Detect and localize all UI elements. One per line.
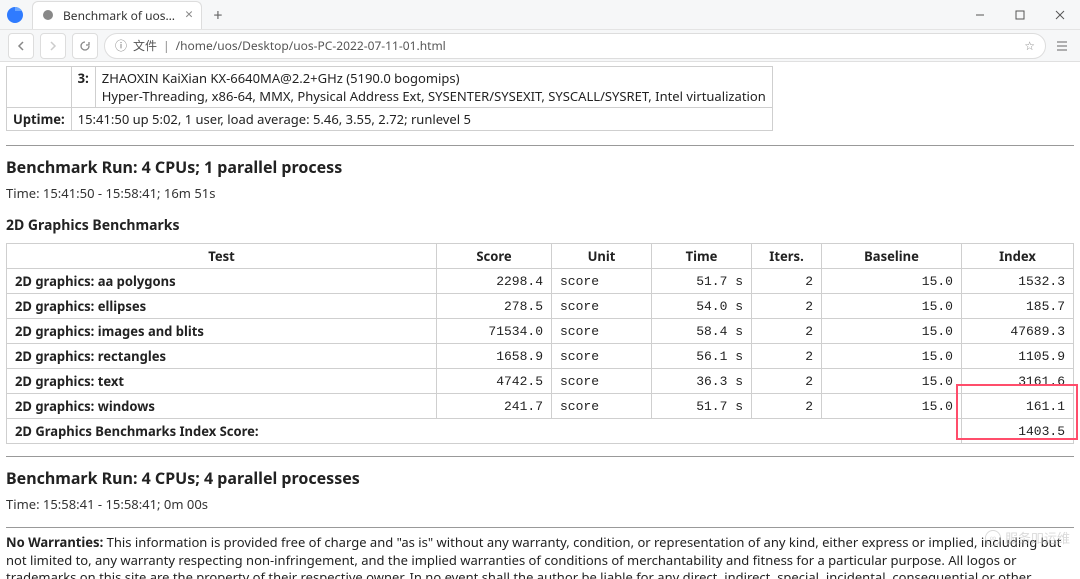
benchmark-section-heading: 2D Graphics Benchmarks — [6, 216, 1074, 235]
system-info-table: 3: ZHAOXIN KaiXian KX-6640MA@2.2+GHz (51… — [6, 66, 773, 131]
baseline-cell: 15.0 — [822, 344, 962, 369]
time-cell: 51.7 s — [652, 394, 752, 419]
separator — [6, 145, 1074, 146]
unit-cell: score — [552, 319, 652, 344]
browser-menu-button[interactable] — [1052, 39, 1072, 53]
cpu-line2: Hyper-Threading, x86-64, MMX, Physical A… — [102, 87, 766, 105]
benchmark-table: Test Score Unit Time Iters. Baseline Ind… — [6, 243, 1074, 444]
uptime-label: Uptime: — [7, 108, 72, 131]
warranty-label: No Warranties: — [6, 533, 103, 551]
time-cell: 54.0 s — [652, 294, 752, 319]
index-cell: 1105.9 — [962, 344, 1074, 369]
reload-button[interactable] — [72, 33, 98, 59]
page-favicon — [41, 8, 55, 22]
browser-toolbar: ⓘ 文件 | /home/uos/Desktop/uos-PC-2022-07-… — [0, 30, 1080, 62]
unit-cell: score — [552, 294, 652, 319]
uptime-value: 15:41:50 up 5:02, 1 user, load average: … — [71, 108, 772, 131]
score-cell: 241.7 — [437, 394, 552, 419]
summary-label: 2D Graphics Benchmarks Index Score: — [7, 419, 962, 444]
bookmark-icon[interactable]: ☆ — [1024, 37, 1035, 54]
cpu-line1: ZHAOXIN KaiXian KX-6640MA@2.2+GHz (5190.… — [102, 69, 766, 87]
test-name: 2D graphics: aa polygons — [7, 269, 437, 294]
test-name: 2D graphics: text — [7, 369, 437, 394]
warranty-text: This information is provided free of cha… — [6, 533, 1061, 579]
test-name: 2D graphics: ellipses — [7, 294, 437, 319]
new-tab-button[interactable]: + — [206, 3, 230, 27]
time-cell: 56.1 s — [652, 344, 752, 369]
iters-cell: 2 — [752, 294, 822, 319]
col-test: Test — [7, 244, 437, 269]
col-iters: Iters. — [752, 244, 822, 269]
baseline-cell: 15.0 — [822, 294, 962, 319]
time-cell: 58.4 s — [652, 319, 752, 344]
baseline-cell: 15.0 — [822, 269, 962, 294]
window-controls — [960, 0, 1080, 30]
score-cell: 4742.5 — [437, 369, 552, 394]
baseline-cell: 15.0 — [822, 394, 962, 419]
col-index: Index — [962, 244, 1074, 269]
time-cell: 36.3 s — [652, 369, 752, 394]
time-cell: 51.7 s — [652, 269, 752, 294]
url-scheme-label: 文件 — [133, 37, 157, 54]
table-row: 2D graphics: text4742.5score36.3 s215.03… — [7, 369, 1074, 394]
col-time: Time — [652, 244, 752, 269]
close-tab-icon[interactable]: × — [185, 8, 193, 22]
benchmark-run-heading: Benchmark Run: 4 CPUs; 1 parallel proces… — [6, 156, 1074, 178]
uptime-row: Uptime: 15:41:50 up 5:02, 1 user, load a… — [7, 108, 773, 131]
browser-tab[interactable]: Benchmark of uos-PC / GN × — [32, 1, 202, 29]
score-cell: 1658.9 — [437, 344, 552, 369]
table-row: 2D graphics: ellipses278.5score54.0 s215… — [7, 294, 1074, 319]
index-cell: 185.7 — [962, 294, 1074, 319]
test-name: 2D graphics: rectangles — [7, 344, 437, 369]
unit-cell: score — [552, 394, 652, 419]
separator — [6, 456, 1074, 457]
unit-cell: score — [552, 344, 652, 369]
iters-cell: 2 — [752, 269, 822, 294]
forward-button[interactable] — [40, 33, 66, 59]
table-row: 2D graphics: aa polygons2298.4score51.7 … — [7, 269, 1074, 294]
baseline-cell: 15.0 — [822, 369, 962, 394]
iters-cell: 2 — [752, 319, 822, 344]
minimize-button[interactable] — [960, 0, 1000, 30]
separator — [6, 527, 1074, 528]
tab-title: Benchmark of uos-PC / GN — [63, 7, 177, 24]
col-score: Score — [437, 244, 552, 269]
maximize-button[interactable] — [1000, 0, 1040, 30]
summary-value: 1403.5 — [962, 419, 1074, 444]
address-bar[interactable]: ⓘ 文件 | /home/uos/Desktop/uos-PC-2022-07-… — [104, 33, 1046, 59]
index-cell: 1532.3 — [962, 269, 1074, 294]
benchmark-run-heading-2: Benchmark Run: 4 CPUs; 4 parallel proces… — [6, 467, 1074, 489]
table-row: 2D graphics: windows241.7score51.7 s215.… — [7, 394, 1074, 419]
iters-cell: 2 — [752, 344, 822, 369]
col-baseline: Baseline — [822, 244, 962, 269]
iters-cell: 2 — [752, 394, 822, 419]
test-name: 2D graphics: images and blits — [7, 319, 437, 344]
warranty-paragraph: No Warranties: This information is provi… — [6, 534, 1074, 579]
baseline-cell: 15.0 — [822, 319, 962, 344]
score-cell: 2298.4 — [437, 269, 552, 294]
browser-app-icon — [0, 0, 30, 30]
page-content: 3: ZHAOXIN KaiXian KX-6640MA@2.2+GHz (51… — [0, 62, 1080, 579]
table-row: 2D graphics: rectangles1658.9score56.1 s… — [7, 344, 1074, 369]
back-button[interactable] — [8, 33, 34, 59]
iters-cell: 2 — [752, 369, 822, 394]
unit-cell: score — [552, 369, 652, 394]
title-bar: Benchmark of uos-PC / GN × + — [0, 0, 1080, 30]
benchmark-run-time: Time: 15:41:50 - 15:58:41; 16m 51s — [6, 184, 1074, 202]
cpu-index: 3: — [71, 67, 95, 108]
cpu-row: 3: ZHAOXIN KaiXian KX-6640MA@2.2+GHz (51… — [7, 67, 773, 108]
benchmark-run-time-2: Time: 15:58:41 - 15:58:41; 0m 00s — [6, 495, 1074, 513]
close-window-button[interactable] — [1040, 0, 1080, 30]
score-cell: 278.5 — [437, 294, 552, 319]
index-cell: 3161.6 — [962, 369, 1074, 394]
col-unit: Unit — [552, 244, 652, 269]
url-path: /home/uos/Desktop/uos-PC-2022-07-11-01.h… — [176, 37, 446, 54]
index-cell: 47689.3 — [962, 319, 1074, 344]
score-cell: 71534.0 — [437, 319, 552, 344]
unit-cell: score — [552, 269, 652, 294]
table-row: 2D graphics: images and blits71534.0scor… — [7, 319, 1074, 344]
test-name: 2D graphics: windows — [7, 394, 437, 419]
index-cell: 161.1 — [962, 394, 1074, 419]
site-info-icon[interactable]: ⓘ — [115, 37, 127, 54]
